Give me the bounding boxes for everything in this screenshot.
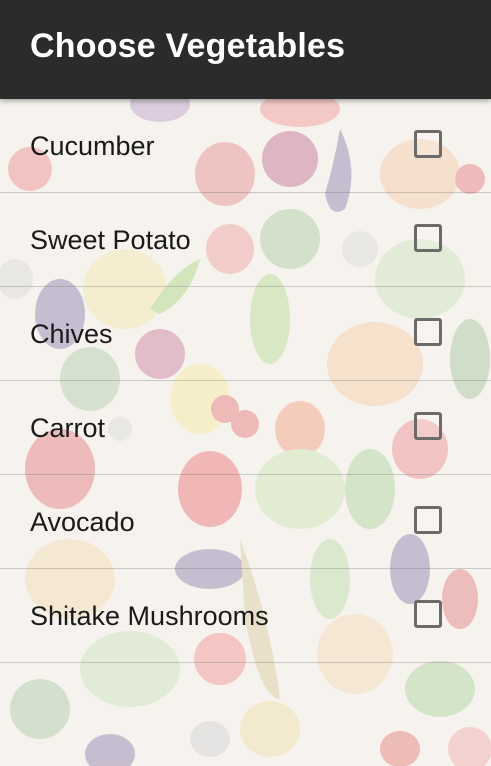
vegetable-list: Cucumber Sweet Potato Chives Carrot Avoc… bbox=[0, 99, 491, 663]
list-item-label: Chives bbox=[30, 319, 113, 349]
list-item-label: Carrot bbox=[30, 413, 106, 443]
app-bar: Choose Vegetables bbox=[0, 0, 491, 99]
checkbox[interactable] bbox=[414, 318, 442, 346]
list-item-avocado[interactable]: Avocado bbox=[0, 475, 491, 569]
checkbox[interactable] bbox=[414, 130, 442, 158]
list-item-chives[interactable]: Chives bbox=[0, 287, 491, 381]
list-item-shitake-mushrooms[interactable]: Shitake Mushrooms bbox=[0, 569, 491, 663]
list-item-label: Avocado bbox=[30, 507, 135, 537]
list-item-sweet-potato[interactable]: Sweet Potato bbox=[0, 193, 491, 287]
checkbox[interactable] bbox=[414, 506, 442, 534]
checkbox[interactable] bbox=[414, 600, 442, 628]
list-item-label: Shitake Mushrooms bbox=[30, 601, 269, 631]
checkbox[interactable] bbox=[414, 412, 442, 440]
list-item-cucumber[interactable]: Cucumber bbox=[0, 99, 491, 193]
list-item-label: Sweet Potato bbox=[30, 225, 191, 255]
checkbox[interactable] bbox=[414, 224, 442, 252]
list-item-carrot[interactable]: Carrot bbox=[0, 381, 491, 475]
list-item-label: Cucumber bbox=[30, 131, 155, 161]
page-title: Choose Vegetables bbox=[30, 27, 346, 65]
